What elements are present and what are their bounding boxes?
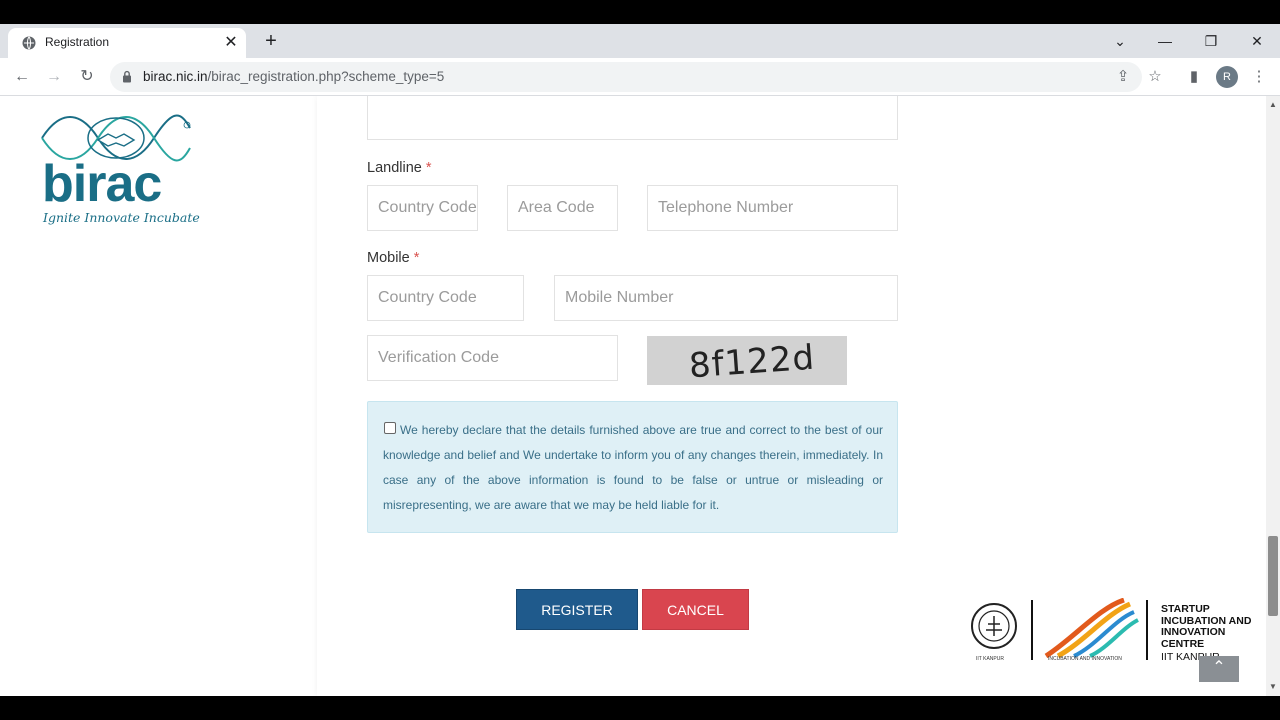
landline-country-code-input[interactable]: Country Code: [367, 185, 478, 231]
centre-title: STARTUP INCUBATION AND INNOVATION CENTRE: [1161, 603, 1252, 650]
iit-kanpur-emblem-icon: [971, 603, 1017, 649]
previous-field-input[interactable]: [367, 96, 898, 140]
address-bar[interactable]: birac.nic.in/birac_registration.php?sche…: [110, 62, 1142, 92]
bookmark-star-icon[interactable]: ☆: [1144, 66, 1166, 88]
swoosh-icon: [1044, 598, 1139, 658]
verification-code-input[interactable]: Verification Code: [367, 335, 618, 381]
browser-toolbar: ← → ↻ birac.nic.in/birac_registration.ph…: [0, 58, 1280, 96]
cancel-button[interactable]: CANCEL: [642, 589, 749, 630]
profile-avatar[interactable]: R: [1216, 66, 1238, 88]
restore-icon[interactable]: ❐: [1200, 30, 1222, 52]
url-text: birac.nic.in/birac_registration.php?sche…: [143, 69, 445, 84]
lock-icon[interactable]: [122, 70, 132, 83]
logo-wordmark: birac: [42, 155, 162, 213]
birac-logo[interactable]: birac Ignite Innovate Incubate: [40, 110, 200, 230]
declaration-box: We hereby declare that the details furni…: [367, 401, 898, 533]
side-panel-icon[interactable]: ▮: [1183, 66, 1205, 88]
landline-label: Landline *: [367, 160, 432, 176]
kebab-menu-icon[interactable]: ⋮: [1248, 66, 1270, 88]
left-sidebar: birac Ignite Innovate Incubate: [0, 96, 317, 696]
minimize-icon[interactable]: —: [1154, 30, 1176, 52]
mobile-label: Mobile *: [367, 250, 420, 266]
tab-search-chevron-icon[interactable]: ⌄: [1109, 30, 1131, 52]
scroll-up-icon[interactable]: ▲: [1269, 100, 1277, 109]
telephone-number-input[interactable]: Telephone Number: [647, 185, 898, 231]
captcha-text: 8f122d: [687, 337, 817, 387]
close-tab-icon[interactable]: ✕: [222, 34, 240, 52]
area-code-input[interactable]: Area Code: [507, 185, 618, 231]
forward-icon[interactable]: →: [43, 66, 65, 88]
tab-registration[interactable]: Registration ✕: [8, 28, 246, 58]
register-button[interactable]: REGISTER: [516, 589, 638, 630]
scrollbar-thumb[interactable]: [1268, 536, 1278, 616]
tab-title: Registration: [45, 35, 110, 49]
captcha-image: 8f122d: [647, 336, 847, 387]
swoosh-caption: INCUBATION AND INNOVATION: [1048, 656, 1122, 662]
back-to-top-button[interactable]: ⌃: [1199, 656, 1239, 682]
scroll-down-icon[interactable]: ▼: [1269, 682, 1277, 691]
new-tab-button[interactable]: +: [260, 30, 282, 52]
reload-icon[interactable]: ↻: [76, 66, 98, 88]
logo-divider-1: [1031, 600, 1033, 660]
page-content: birac Ignite Innovate Incubate Landline …: [0, 96, 1266, 696]
tab-strip: Registration ✕ + ⌄ — ❐ ✕: [0, 24, 1280, 58]
siic-iit-kanpur-logo: STARTUP INCUBATION AND INNOVATION CENTRE…: [966, 598, 1262, 664]
emblem-caption: IIT KANPUR: [976, 656, 1004, 662]
chevron-up-icon: ⌃: [1212, 659, 1226, 676]
screen-top-bar: [0, 0, 1280, 24]
logo-tagline: Ignite Innovate Incubate: [43, 210, 200, 225]
screen-bottom-bar: [0, 696, 1280, 720]
declaration-text: We hereby declare that the details furni…: [383, 423, 883, 512]
mobile-number-input[interactable]: Mobile Number: [554, 275, 898, 321]
logo-divider-2: [1146, 600, 1148, 660]
globe-icon: [22, 36, 36, 50]
page-scrollbar[interactable]: ▲ ▼: [1266, 96, 1280, 696]
mobile-country-code-input[interactable]: Country Code: [367, 275, 524, 321]
close-window-icon[interactable]: ✕: [1246, 30, 1268, 52]
share-icon[interactable]: ⇪: [1112, 66, 1134, 88]
back-icon[interactable]: ←: [11, 66, 33, 88]
